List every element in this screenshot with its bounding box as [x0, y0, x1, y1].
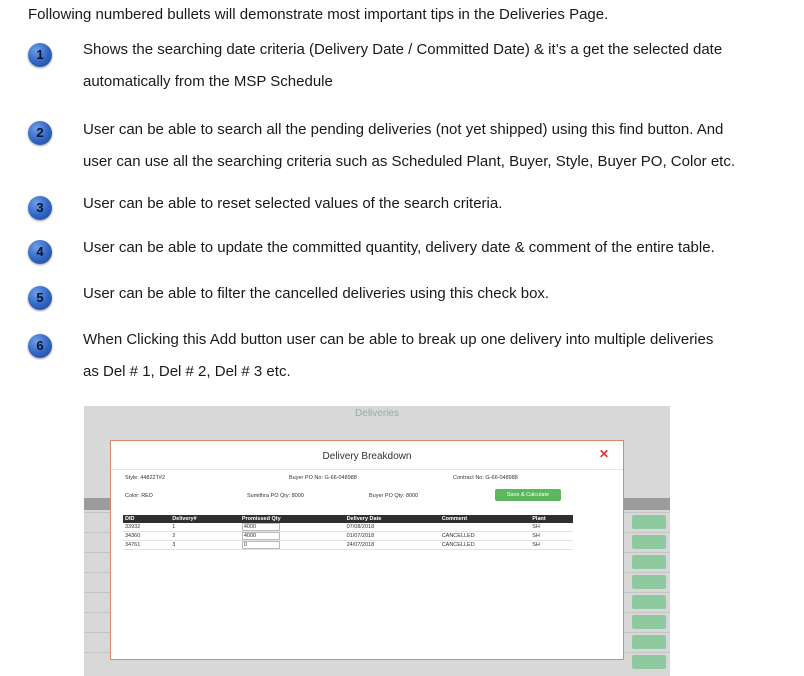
table-row: 33932 1 4000 07/08/2018 SH	[123, 523, 573, 532]
delivery-number-cell: 2	[170, 531, 240, 541]
promised-qty-input[interactable]: 0	[241, 541, 280, 549]
modal-title: Delivery Breakdown	[322, 451, 412, 462]
delivery-number-cell: 3	[170, 540, 240, 550]
promised-qty-input[interactable]: 4000	[241, 523, 280, 531]
background-update-button	[632, 655, 666, 669]
promised-qty-cell: 4000	[239, 531, 345, 541]
background-update-button	[632, 515, 666, 529]
bullet-text-2: User can be able to search all the pendi…	[83, 121, 735, 170]
promised-qty-cell: 0	[239, 540, 345, 550]
bullet-text-4: User can be able to update the committed…	[83, 239, 715, 256]
promised-qty-input[interactable]: 4000	[241, 532, 280, 540]
column-header: DID	[123, 515, 171, 523]
buyer-po-qty-field: Buyer PO Qty: 8000	[369, 493, 419, 499]
column-header: Delivery#	[170, 515, 240, 523]
table-row: 34761 3 0 24/07/2018 CANCELLED SH	[123, 540, 573, 550]
bullet-number-6: 6	[28, 334, 52, 358]
bullet-number-2: 2	[28, 121, 52, 145]
column-header: Plant	[530, 515, 573, 523]
close-icon[interactable]: ✕	[599, 447, 609, 461]
bullet-number-3: 3	[28, 196, 52, 220]
column-header: Comment	[439, 515, 531, 523]
comment-cell[interactable]	[439, 523, 531, 532]
background-update-button	[632, 555, 666, 569]
promised-qty-cell: 4000	[239, 523, 345, 532]
color-field: Color: RED	[125, 493, 153, 499]
buyer-po-no-field: Buyer PO No: G-66-048988	[289, 475, 357, 481]
save-calculate-button[interactable]: Save & Calculate	[495, 489, 561, 501]
bullet-text-6: When Clicking this Add button user can b…	[83, 331, 714, 380]
delivery-number-cell: 1	[170, 523, 240, 532]
bullet-text-5: User can be able to filter the cancelled…	[83, 285, 550, 302]
bullet-number-5: 5	[28, 286, 52, 310]
did-cell: 34360	[123, 531, 171, 541]
deliveries-screenshot: Deliveries Delivery Breakdown ✕ Style: 4…	[84, 406, 670, 676]
table-row: 34360 2 4000 01/07/2018 CANCELLED SH	[123, 531, 573, 541]
column-header: Promissed Qty	[239, 515, 345, 523]
style-field: Style: 44822T#2	[125, 475, 166, 481]
intro-text: Following numbered bullets will demonstr…	[28, 6, 609, 23]
plant-cell: SH	[530, 531, 573, 541]
breakdown-table: DID Delivery# Promissed Qty Delivery Dat…	[123, 515, 573, 550]
comment-cell[interactable]: CANCELLED	[439, 531, 531, 541]
background-update-button	[632, 535, 666, 549]
plant-cell: SH	[530, 540, 573, 550]
background-update-button	[632, 595, 666, 609]
comment-cell[interactable]: CANCELLED	[439, 540, 531, 550]
plant-cell: SH	[530, 523, 573, 532]
background-update-button	[632, 635, 666, 649]
sumithra-po-qty-field: Sumithra PO Qty: 8000	[247, 493, 304, 499]
delivery-date-cell[interactable]: 24/07/2018	[344, 540, 440, 550]
bullet-text-3: User can be able to reset selected value…	[83, 195, 503, 212]
column-header: Delivery Date	[344, 515, 440, 523]
delivery-date-cell[interactable]: 07/08/2018	[344, 523, 440, 532]
background-page-title: Deliveries	[355, 408, 399, 419]
delivery-date-cell[interactable]: 01/07/2018	[344, 531, 440, 541]
bullet-number-4: 4	[28, 240, 52, 264]
did-cell: 33932	[123, 523, 171, 532]
background-update-button	[632, 575, 666, 589]
divider	[111, 469, 623, 470]
table-header-row: DID Delivery# Promissed Qty Delivery Dat…	[123, 515, 573, 523]
contract-no-field: Contract No: G-66-048988	[453, 475, 518, 481]
did-cell: 34761	[123, 540, 171, 550]
bullet-text-1: Shows the searching date criteria (Deliv…	[83, 41, 723, 90]
bullet-number-1: 1	[28, 43, 52, 67]
delivery-breakdown-modal: Delivery Breakdown ✕ Style: 44822T#2 Buy…	[110, 440, 624, 660]
background-update-button	[632, 615, 666, 629]
